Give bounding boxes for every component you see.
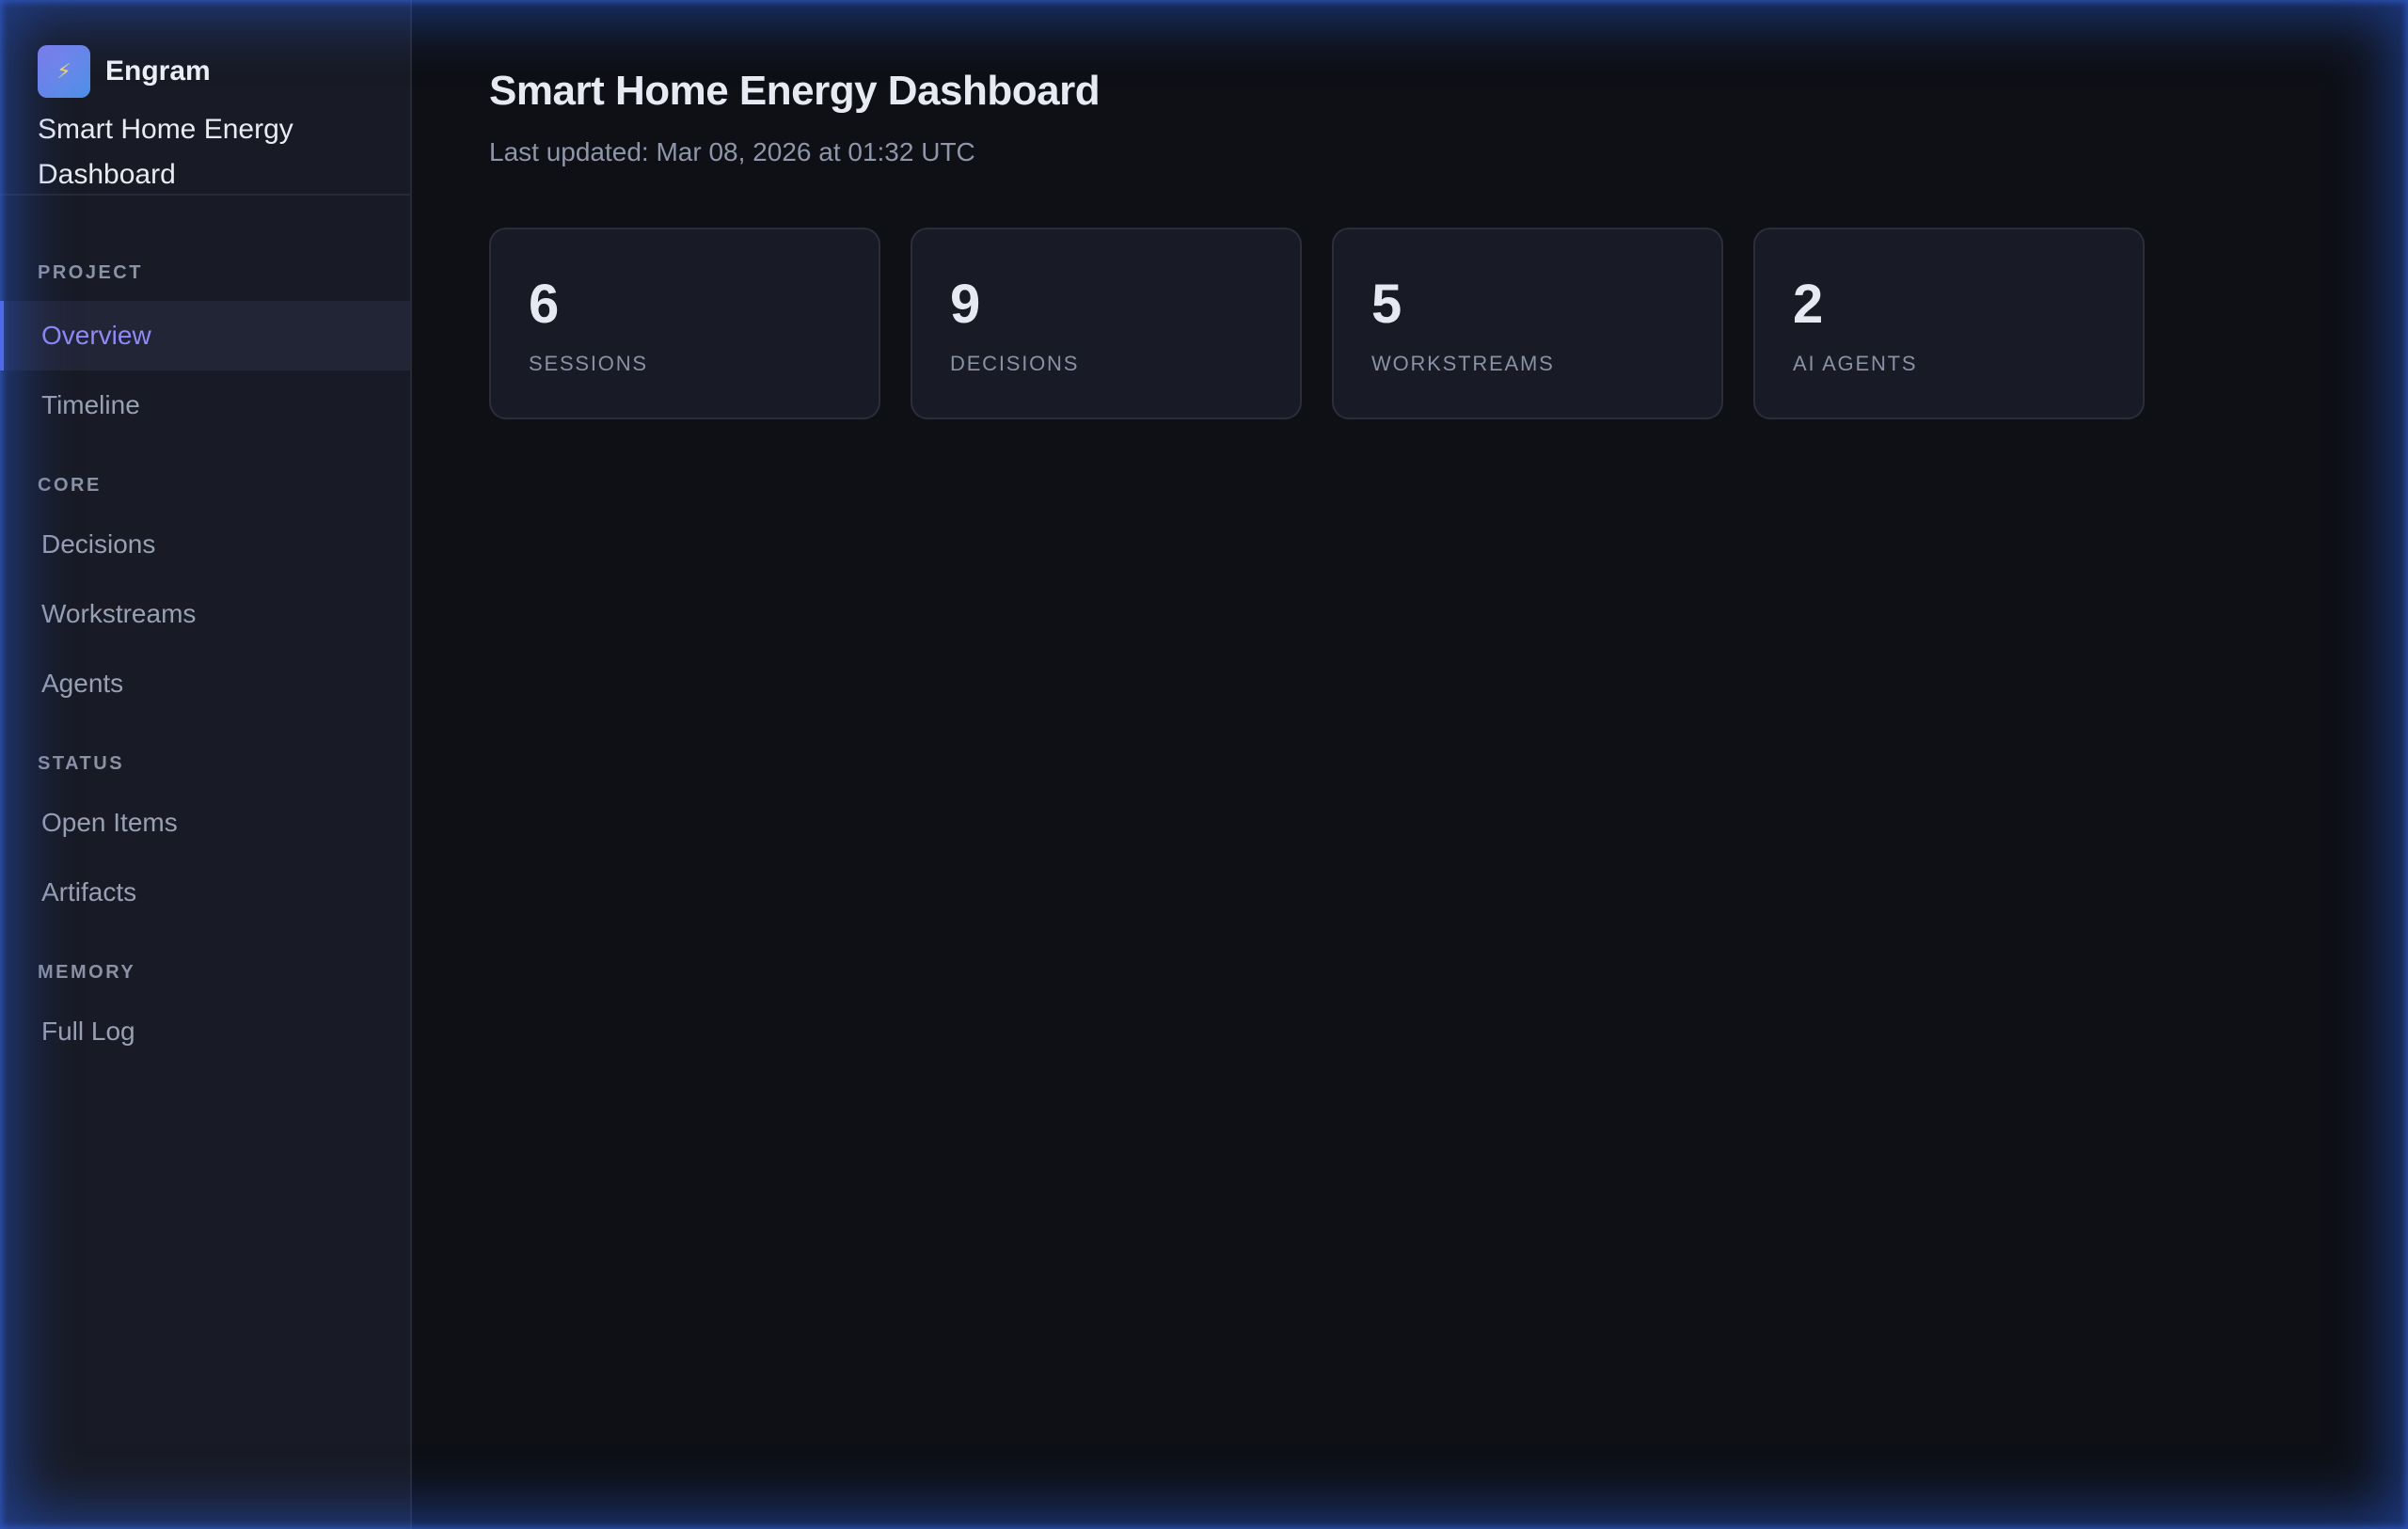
section-label-core: CORE bbox=[38, 475, 102, 496]
stat-card-ai-agents[interactable]: 2 AI AGENTS bbox=[1753, 228, 2145, 419]
stat-label: WORKSTREAMS bbox=[1371, 352, 1555, 375]
sidebar-item-full-log[interactable]: Full Log bbox=[0, 997, 410, 1066]
sidebar-item-decisions[interactable]: Decisions bbox=[0, 510, 410, 579]
section-label-status: STATUS bbox=[38, 753, 125, 774]
sidebar: ⚡ Engram Smart Home Energy Dashboard PRO… bbox=[0, 0, 412, 1529]
stat-card-sessions[interactable]: 6 SESSIONS bbox=[489, 228, 880, 419]
stat-value: 5 bbox=[1371, 274, 1402, 335]
brand-header: ⚡ Engram Smart Home Energy Dashboard bbox=[0, 0, 410, 196]
main-content: Smart Home Energy Dashboard Last updated… bbox=[412, 0, 2408, 1529]
stat-card-decisions[interactable]: 9 DECISIONS bbox=[911, 228, 1302, 419]
sidebar-item-open-items[interactable]: Open Items bbox=[0, 788, 410, 858]
stat-label: AI AGENTS bbox=[1793, 352, 1918, 375]
page-title: Smart Home Energy Dashboard bbox=[489, 68, 1101, 114]
app-window: ⚡ Engram Smart Home Energy Dashboard PRO… bbox=[0, 0, 2408, 1529]
stat-value: 2 bbox=[1793, 274, 1824, 335]
sidebar-item-workstreams[interactable]: Workstreams bbox=[0, 579, 410, 649]
sidebar-item-artifacts[interactable]: Artifacts bbox=[0, 858, 410, 927]
stat-value: 6 bbox=[529, 274, 560, 335]
project-name: Smart Home Energy Dashboard bbox=[38, 114, 293, 190]
bolt-icon: ⚡ bbox=[38, 45, 90, 98]
sidebar-item-agents[interactable]: Agents bbox=[0, 649, 410, 718]
stat-label: SESSIONS bbox=[529, 352, 648, 375]
stat-cards: 6 SESSIONS 9 DECISIONS 5 WORKSTREAMS 2 A… bbox=[489, 228, 2145, 419]
section-label-project: PROJECT bbox=[38, 262, 143, 283]
sidebar-item-timeline[interactable]: Timeline bbox=[0, 370, 410, 440]
sidebar-nav: PROJECT Overview Timeline CORE Decisions… bbox=[0, 196, 410, 1066]
stat-label: DECISIONS bbox=[950, 352, 1080, 375]
stat-card-workstreams[interactable]: 5 WORKSTREAMS bbox=[1332, 228, 1723, 419]
last-updated: Last updated: Mar 08, 2026 at 01:32 UTC bbox=[489, 137, 975, 166]
brand-row[interactable]: ⚡ Engram bbox=[38, 45, 372, 98]
stat-value: 9 bbox=[950, 274, 981, 335]
section-label-memory: MEMORY bbox=[38, 962, 136, 983]
sidebar-item-overview[interactable]: Overview bbox=[0, 301, 410, 370]
brand-name: Engram bbox=[105, 55, 211, 87]
